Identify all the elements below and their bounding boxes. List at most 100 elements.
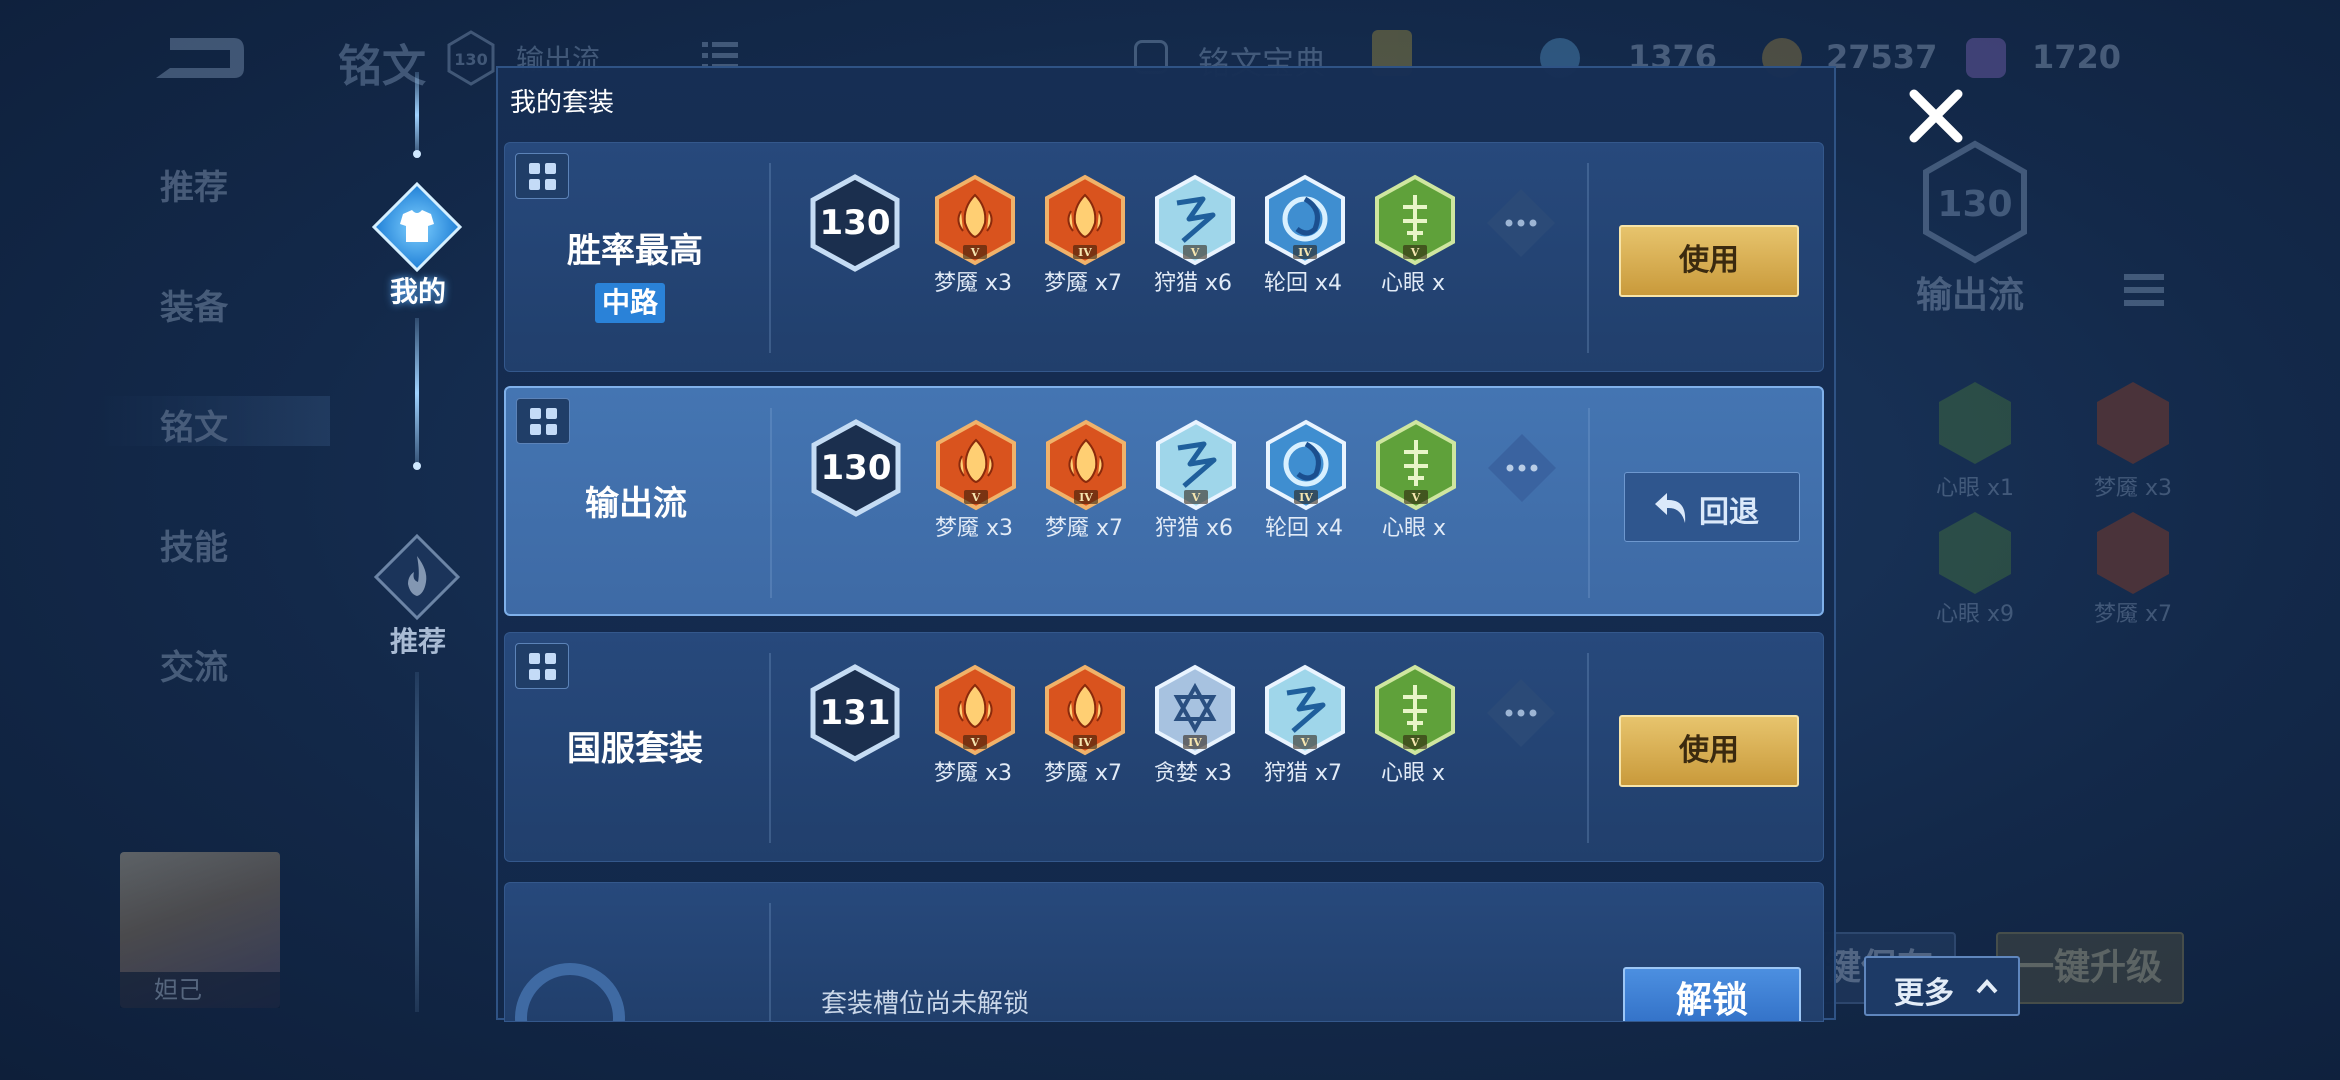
hero-name: 妲己 <box>120 972 280 1008</box>
rune-nightmare-icon[interactable]: IV 梦魇 x7 <box>1027 663 1139 793</box>
svg-text:V: V <box>970 736 980 749</box>
recommend-flame-icon[interactable] <box>372 532 462 622</box>
rune-nightmare-emblem: IV <box>1046 419 1126 511</box>
rune-count-label: 梦魇 x7 <box>1043 271 1122 296</box>
my-sets-icon[interactable] <box>372 182 462 272</box>
panel-title: 我的套装 <box>510 88 615 118</box>
recommend-label: 推荐 <box>389 625 446 658</box>
rune-eye-icon[interactable]: V 心眼 x <box>1358 418 1464 548</box>
revert-button[interactable]: 回退 <box>1624 472 1800 542</box>
grid-icon[interactable] <box>516 398 570 444</box>
svg-text:130: 130 <box>454 50 487 69</box>
menu-item-equipment[interactable]: 装备 <box>160 280 228 329</box>
grid-icon[interactable] <box>515 153 569 199</box>
rune-count-label: 狩猎 x6 <box>1154 516 1233 541</box>
set-name: 胜率最高 <box>567 231 703 271</box>
bg-onekey-upgrade-button[interactable]: 一键升级 <box>1996 932 2184 1004</box>
rune-eye-emblem: V <box>1376 419 1456 511</box>
level-badge <box>810 174 900 272</box>
svg-text:IV: IV <box>1078 736 1092 749</box>
set-name: 输出流 <box>585 484 687 524</box>
rune-hunt-icon[interactable]: V 狩猎 x7 <box>1247 663 1359 793</box>
rune-cycle-emblem: IV <box>1265 174 1345 266</box>
more-dots-icon[interactable] <box>1483 185 1559 261</box>
menu-item-recommend[interactable]: 推荐 <box>160 160 228 209</box>
rune-count-label: 贪婪 x3 <box>1153 761 1232 786</box>
divider <box>1587 653 1589 843</box>
set-card-output[interactable]: 输出流 130 V 梦魇 x3 IV 梦魇 x7 V 狩猎 x6 IV 轮回 x4 V 心眼 x … <box>504 386 1824 616</box>
menu-item-skill[interactable]: 技能 <box>160 520 228 569</box>
revert-label: 回退 <box>1699 495 1759 530</box>
bg-rune-nightmare-icon <box>2097 512 2169 594</box>
rune-cycle-icon[interactable]: IV 轮回 x4 <box>1248 418 1360 548</box>
bg-rune-eye-icon <box>1939 382 2011 464</box>
locked-slot-text: 套装槽位尚未解锁 <box>821 989 1030 1019</box>
rune-greed-icon[interactable]: IV 贪婪 x3 <box>1137 663 1249 793</box>
bg-rune-label: 心眼 x1 <box>1936 476 2015 501</box>
close-icon[interactable] <box>1906 86 1966 146</box>
rune-nightmare-icon[interactable]: V 梦魇 x3 <box>917 173 1029 303</box>
svg-text:IV: IV <box>1299 491 1313 504</box>
rune-strip[interactable]: V 梦魇 x3 IV 梦魇 x7 V 狩猎 x6 IV 轮回 x4 V 心眼 x <box>917 173 1463 303</box>
timeline-line <box>415 72 419 158</box>
rune-count-label: 狩猎 x7 <box>1263 761 1342 786</box>
more-label: 更多 <box>1894 976 1954 1011</box>
bg-rune-label: 心眼 x9 <box>1936 602 2015 627</box>
divider <box>769 163 771 353</box>
rune-hunt-icon[interactable]: V 狩猎 x6 <box>1137 173 1249 303</box>
rune-cycle-icon[interactable]: IV 轮回 x4 <box>1247 173 1359 303</box>
rune-count-label: 梦魇 x7 <box>1044 516 1123 541</box>
rune-hunt-icon[interactable]: V 狩猎 x6 <box>1138 418 1250 548</box>
rune-hunt-emblem: V <box>1156 419 1236 511</box>
rune-count-label: 梦魇 x3 <box>933 271 1012 296</box>
bg-right-level-badge: 130 <box>1923 140 2027 264</box>
svg-text:IV: IV <box>1079 491 1093 504</box>
svg-text:IV: IV <box>1188 736 1202 749</box>
timeline-line <box>415 318 419 468</box>
svg-text:V: V <box>971 491 981 504</box>
svg-text:V: V <box>1191 491 1201 504</box>
set-card-win-rate[interactable]: 胜率最高 中路 130 V 梦魇 x3 IV 梦魇 x7 V 狩猎 x6 IV 轮回 x4 V 心… <box>504 142 1824 372</box>
rune-nightmare-icon[interactable]: IV 梦魇 x7 <box>1028 418 1140 548</box>
rune-greed-emblem: IV <box>1155 664 1235 756</box>
set-card-national[interactable]: 国服套装 131 V 梦魇 x3 IV 梦魇 x7 IV 贪婪 x3 V 狩猎 x7 V 心眼 x… <box>504 632 1824 862</box>
grid-icon[interactable] <box>515 643 569 689</box>
unlock-button[interactable]: 解锁 <box>1623 967 1801 1021</box>
use-button[interactable]: 使用 <box>1619 715 1799 787</box>
menu-item-chat[interactable]: 交流 <box>160 640 228 689</box>
rune-count-label: 梦魇 x7 <box>1043 761 1122 786</box>
svg-text:V: V <box>1300 736 1310 749</box>
svg-text:V: V <box>970 246 980 259</box>
use-button[interactable]: 使用 <box>1619 225 1799 297</box>
rune-eye-emblem: V <box>1375 664 1455 756</box>
menu-lines-icon <box>2124 274 2164 306</box>
rune-eye-icon[interactable]: V 心眼 x <box>1357 663 1463 793</box>
rune-nightmare-icon[interactable]: IV 梦魇 x7 <box>1027 173 1139 303</box>
rune-nightmare-emblem: V <box>936 419 1016 511</box>
bg-right-set-name: 输出流 <box>1916 275 2025 316</box>
more-dots-icon[interactable] <box>1484 430 1560 506</box>
rune-hunt-emblem: V <box>1265 664 1345 756</box>
set-card-locked: 套装槽位尚未解锁 解锁 <box>504 882 1824 1022</box>
rune-count-label: 心眼 x <box>1381 516 1446 541</box>
divider <box>769 653 771 843</box>
rune-eye-icon[interactable]: V 心眼 x <box>1357 173 1463 303</box>
rune-nightmare-icon[interactable]: V 梦魇 x3 <box>918 418 1030 548</box>
more-dots-icon[interactable] <box>1483 675 1559 751</box>
rune-count-label: 梦魇 x3 <box>933 761 1012 786</box>
svg-text:V: V <box>1411 491 1421 504</box>
menu-item-inscription[interactable]: 铭文 <box>160 400 228 449</box>
lane-tag: 中路 <box>595 283 665 323</box>
rune-strip[interactable]: V 梦魇 x3 IV 梦魇 x7 IV 贪婪 x3 V 狩猎 x7 V 心眼 x <box>917 663 1463 793</box>
divider <box>770 408 772 598</box>
more-button[interactable]: 更多 <box>1864 956 2020 1016</box>
svg-text:IV: IV <box>1298 246 1312 259</box>
divider <box>769 903 771 1021</box>
rune-count-label: 心眼 x <box>1380 271 1445 296</box>
back-arrow-icon[interactable] <box>150 28 246 80</box>
rune-strip[interactable]: V 梦魇 x3 IV 梦魇 x7 V 狩猎 x6 IV 轮回 x4 V 心眼 x <box>918 418 1464 548</box>
rune-nightmare-icon[interactable]: V 梦魇 x3 <box>917 663 1029 793</box>
level-badge <box>810 664 900 762</box>
timeline-line <box>415 672 419 1012</box>
rune-count-label: 心眼 x <box>1380 761 1445 786</box>
